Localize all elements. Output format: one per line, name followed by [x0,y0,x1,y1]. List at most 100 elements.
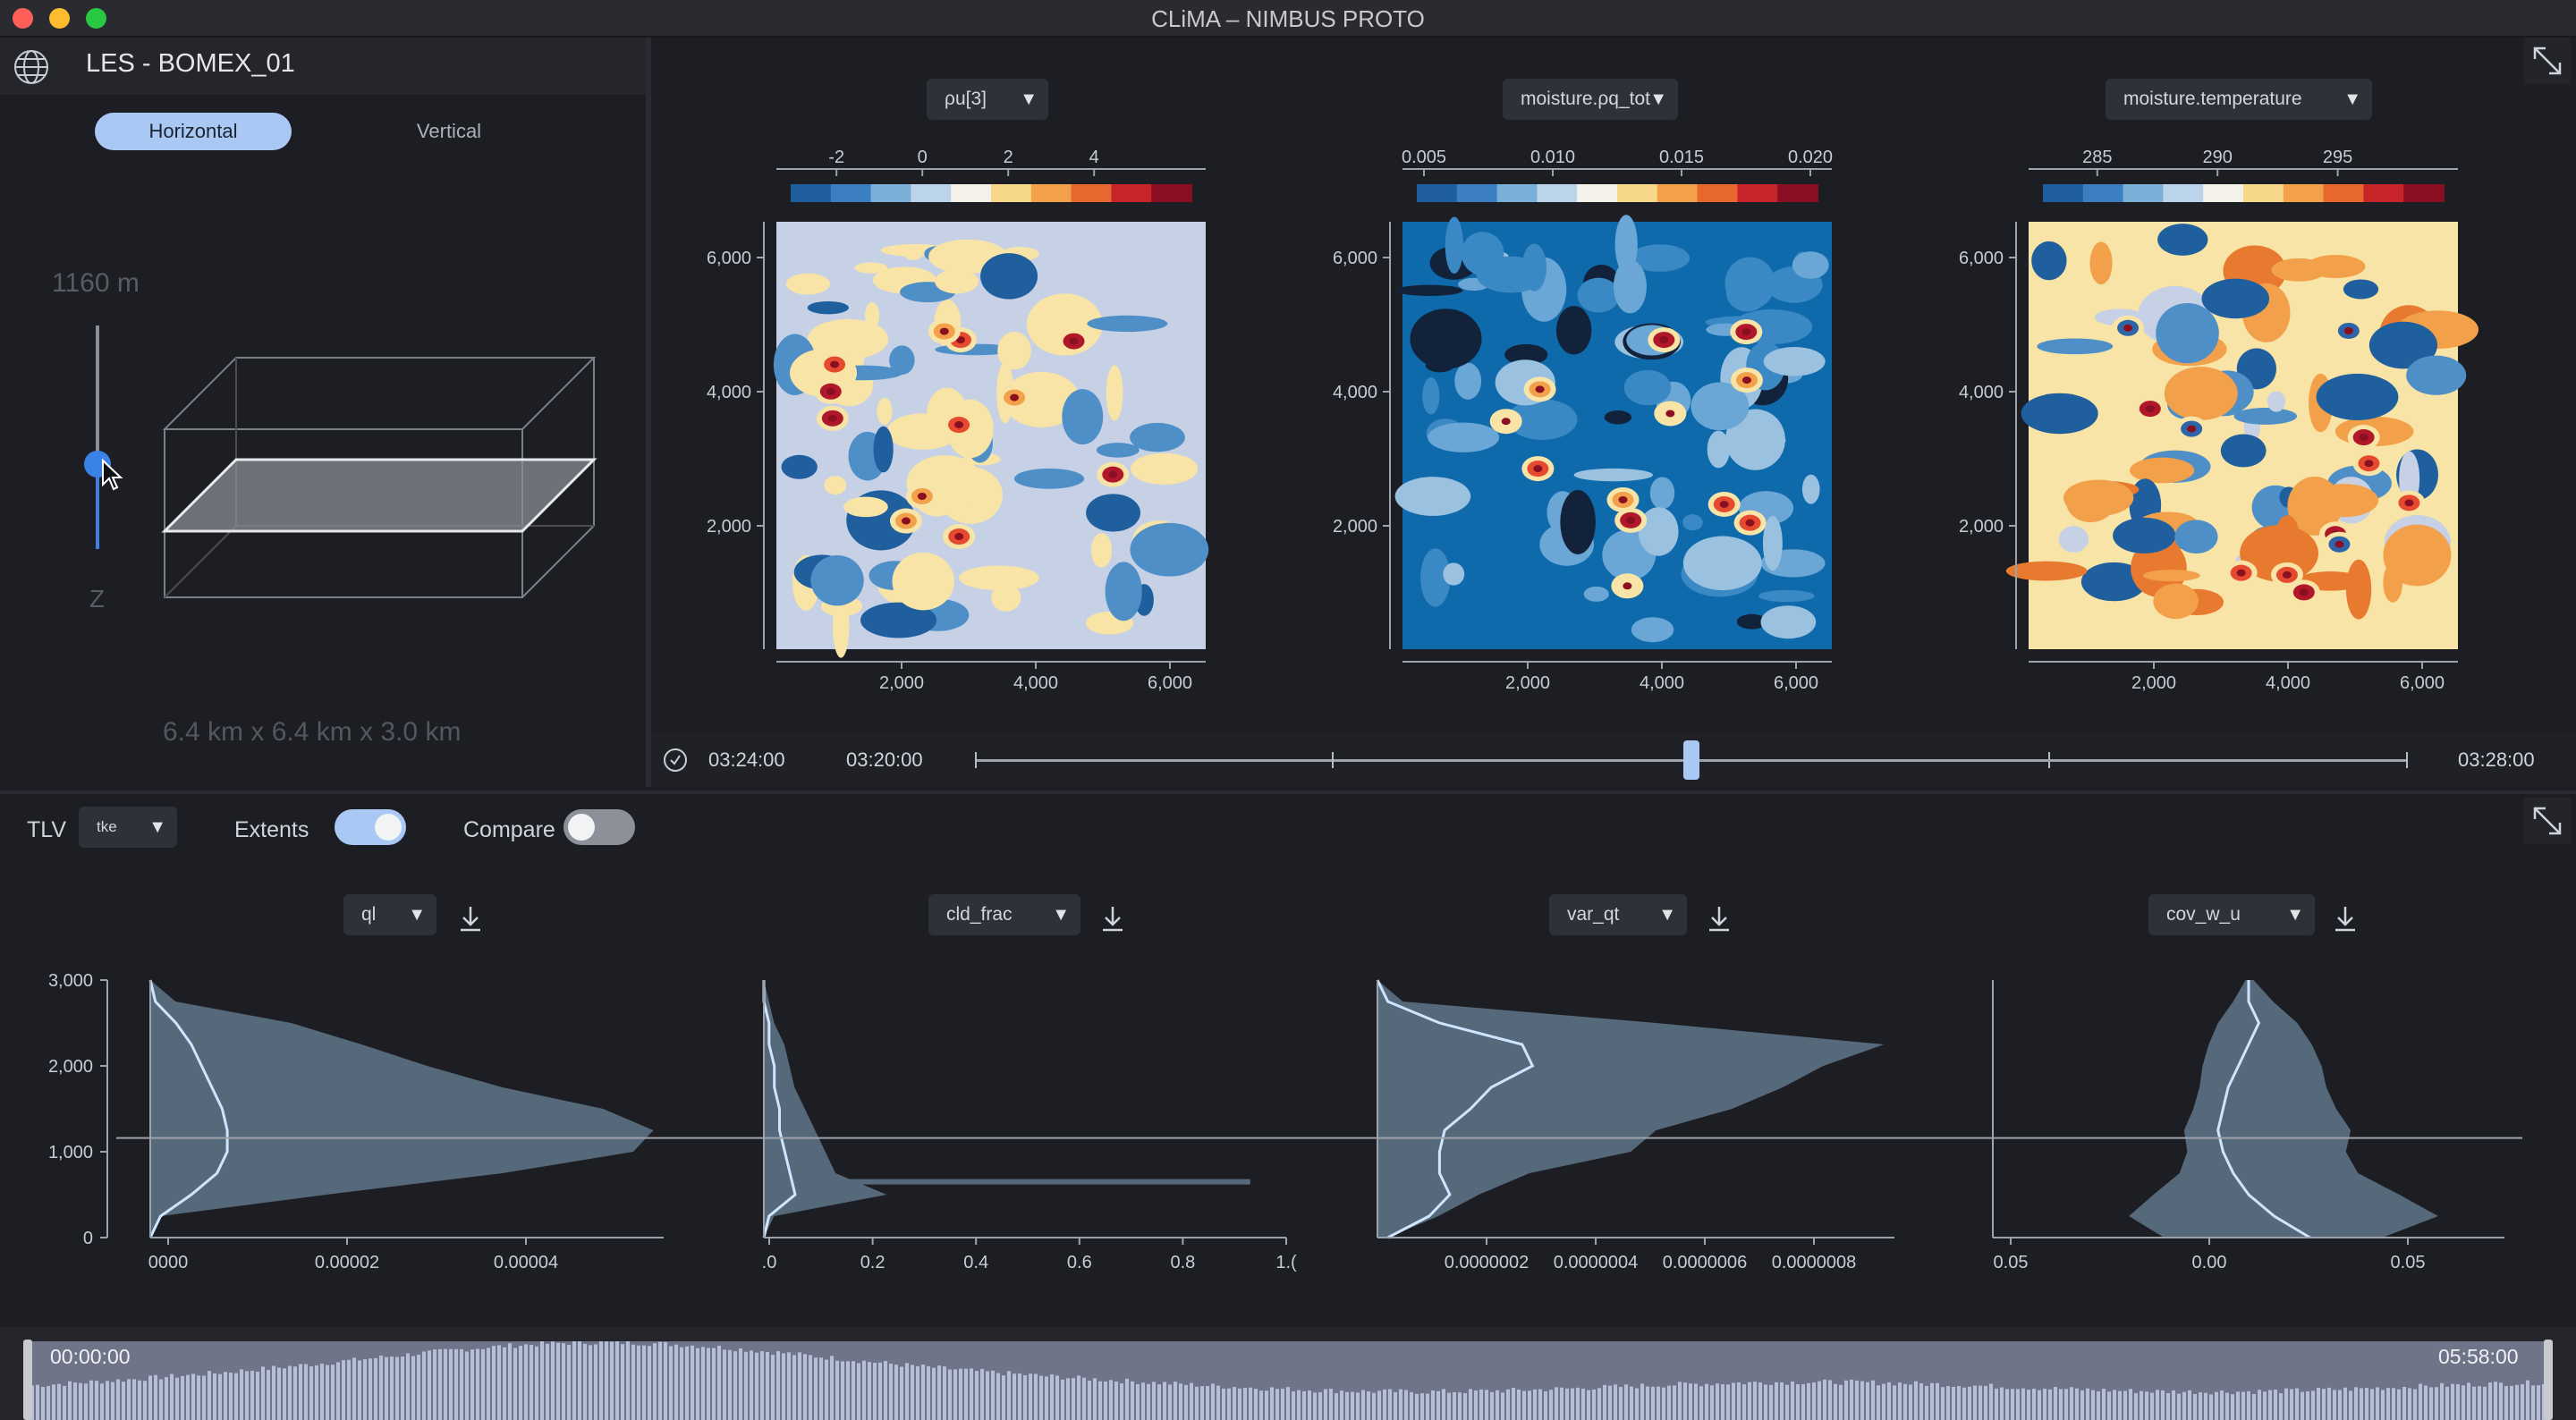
colorbar-swatch [2082,184,2124,202]
window-title: CLiMA – NIMBUS PROTO [1151,5,1425,32]
timeline-bar [267,1369,270,1420]
field-contour [1535,385,1545,393]
horizontal-tab[interactable]: Horizontal [95,113,292,150]
timeline-bar [320,1363,324,1420]
domain-panel: LES - BOMEX_01 Horizontal Vertical 1160 … [0,38,651,787]
timeline-end-handle[interactable] [2544,1340,2553,1420]
x-tick-label: 6,000 [1148,673,1192,693]
timeline-bar [589,1345,592,1420]
timeline-bar [1699,1386,1703,1420]
timeline-bar [2478,1386,2481,1420]
field-contour [807,300,850,315]
map-1: -2 0 2 4 6,000 4,000 2,000 2,000 4,000 6,000 [707,148,1209,693]
field-contour [1062,389,1104,445]
timeline-bar [841,1361,844,1420]
timeline-bar [1764,1384,1767,1420]
colorbar-swatch [2283,184,2325,202]
field-contour [810,554,864,606]
time-slider-track-right[interactable] [1690,759,2406,762]
timeline-bar [2123,1390,2127,1420]
timeline-bar [84,1383,88,1420]
y-tick-label: 6,000 [1959,249,2004,268]
field-contour [2406,355,2467,395]
timeline-track[interactable] [27,1341,2549,1420]
field-contour [1649,477,1675,510]
field-contour [2089,241,2113,285]
timeline-bar [2038,1390,2041,1420]
timeline-bar [245,1371,249,1420]
timeline-bar [1716,1383,1719,1420]
timeline-bar [674,1344,678,1420]
timeline-bar [1839,1384,1843,1420]
timeline-bar [2193,1393,2197,1420]
vertical-tab[interactable]: Vertical [351,113,547,150]
timeline-bar [309,1366,313,1420]
timeline-bar [406,1353,410,1420]
timeline-bar [567,1345,571,1420]
colorbar-swatch [1456,184,1498,202]
timeline-bar [551,1341,555,1420]
timeline-bar [889,1363,893,1420]
timeline-bar [782,1353,785,1420]
timeline-bar [1925,1385,1928,1420]
timeline-bar [2021,1388,2025,1420]
timeline-bar [411,1356,415,1420]
timeline-bar [1533,1389,1537,1420]
y-tick-label: 4,000 [707,383,751,402]
time-slider-handle[interactable] [1683,740,1699,780]
timeline-bar [1989,1383,1993,1420]
timeline-bar [2311,1390,2315,1420]
timeline-start-handle[interactable] [23,1340,32,1420]
timeline-bar [1249,1387,1252,1420]
timeline-bar [1887,1382,1891,1420]
download-icon[interactable] [2335,907,2355,932]
timeline-bar [181,1375,184,1420]
timeline-bar [868,1362,871,1420]
download-icon[interactable] [1103,907,1123,932]
timeline-bar [1147,1383,1150,1420]
timeline-bar [1345,1391,1349,1420]
colorbar-tick-label: 0.010 [1530,148,1575,167]
timeline-bar [535,1346,538,1420]
field-contour [1105,562,1142,621]
timeline-bar [1168,1384,1172,1420]
timeline-bar [379,1355,383,1420]
download-icon[interactable] [461,907,480,932]
timeline-bar [513,1348,517,1420]
colorbar-tick-label: 285 [2082,148,2112,167]
x-tick-label: 4,000 [1013,673,1058,693]
field-contour [1501,418,1511,426]
field-contour [824,476,847,495]
timeline-bar [664,1341,667,1420]
timeline-bar [814,1357,818,1420]
timeline-bar [2161,1390,2165,1420]
timeline-bar [2397,1389,2401,1420]
field-contour [2164,367,2238,420]
profile-x-tick-label: 0.0000006 [1663,1253,1748,1272]
field-contour [1763,346,1826,376]
timeline-bar [1828,1380,1832,1420]
timeline-bar [830,1356,834,1420]
timeline-bar [2402,1386,2406,1420]
timeline-bar [1131,1381,1134,1420]
globe-icon[interactable] [13,48,50,86]
timeline-bar [1463,1393,1467,1420]
timeline-bar [2000,1387,2004,1420]
x-tick-label: 2,000 [879,673,924,693]
timeline-histogram [30,1341,2546,1420]
x-tick-label: 6,000 [2400,673,2445,693]
y-tick-label: 2,000 [1333,517,1377,537]
timeline-bar [2429,1387,2433,1420]
colorbar-swatch [951,184,992,202]
timeline-bar [2091,1390,2095,1420]
timeline-bar [1254,1389,1258,1420]
colorbar-swatch [1777,184,1818,202]
timeline-bar [648,1346,651,1420]
profile-x-tick-label: 0.0000002 [1445,1253,1530,1272]
download-icon[interactable] [1709,907,1729,932]
timeline-bar [2472,1386,2476,1420]
field-contour [2130,457,2195,484]
timeline-bar [470,1349,474,1420]
timeline-bar [1941,1387,1945,1420]
field-contour [2021,393,2098,435]
